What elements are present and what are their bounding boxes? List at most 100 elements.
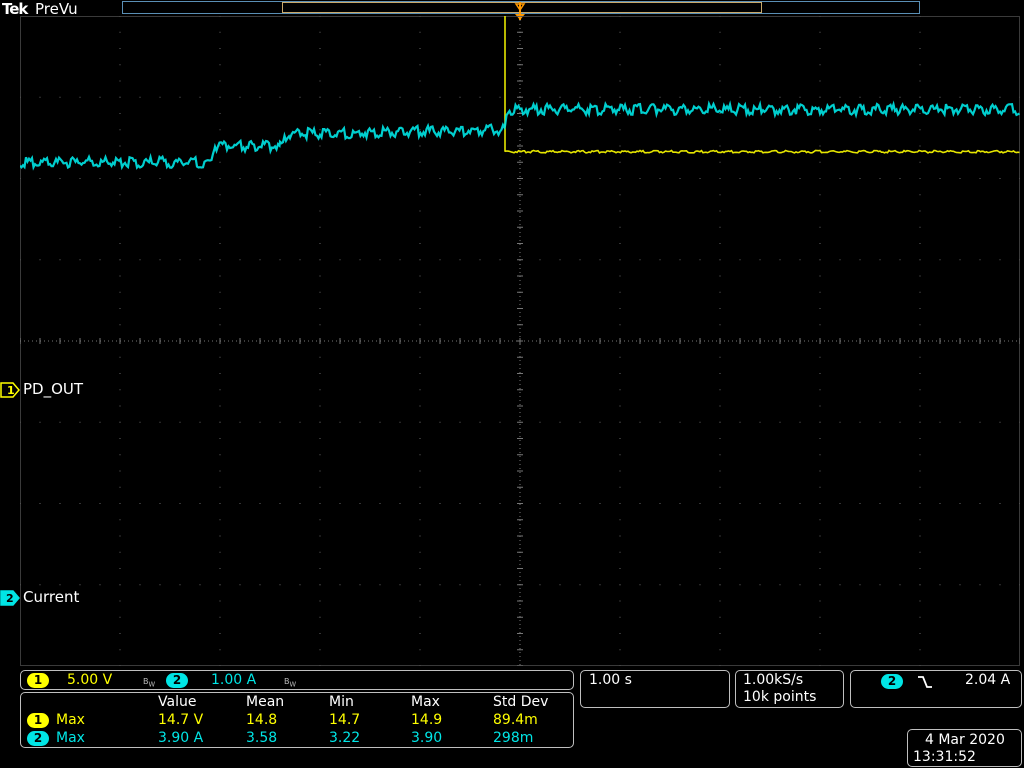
- graticule-dot: [819, 194, 821, 196]
- graticule-dot: [419, 243, 421, 244]
- graticule-dot: [419, 454, 421, 456]
- graticule-dot: [699, 584, 701, 586]
- graticule-dot: [819, 600, 821, 602]
- center-axis-dot: [896, 340, 897, 342]
- channel-2-scale[interactable]: 1.00 A: [211, 672, 256, 688]
- channel-2-marker[interactable]: 2: [0, 590, 20, 610]
- graticule-dot: [239, 421, 241, 423]
- graticule-dot: [179, 584, 181, 586]
- measurement-value: 14.7 V: [158, 712, 204, 728]
- center-axis-dot: [508, 340, 509, 342]
- graticule-dot: [459, 421, 461, 423]
- graticule-dot: [919, 259, 921, 261]
- center-axis-dot: [519, 236, 521, 237]
- center-axis-dot: [512, 340, 513, 342]
- graticule-dot: [219, 226, 221, 228]
- graticule-dot: [559, 584, 561, 586]
- graticule-dot: [20, 503, 21, 504]
- graticule-dot: [919, 291, 921, 293]
- channel-1-badge[interactable]: 1: [27, 673, 49, 688]
- center-axis-dot: [519, 140, 521, 141]
- measurement-mean: 14.8: [246, 712, 278, 728]
- graticule-dot: [99, 421, 101, 423]
- graticule-dot: [619, 616, 621, 618]
- graticule-dot: [839, 96, 841, 98]
- center-axis-dot: [519, 620, 521, 621]
- center-axis-dot: [519, 76, 521, 77]
- graticule-dot: [819, 454, 821, 456]
- center-axis-dot: [596, 340, 597, 342]
- graticule-dot: [439, 584, 441, 586]
- graticule-dot: [219, 145, 221, 147]
- channel-2-marker-icon: 2: [0, 590, 20, 606]
- center-axis-dot: [519, 244, 521, 245]
- center-axis-dot: [192, 340, 193, 342]
- center-axis-dot: [519, 328, 521, 329]
- graticule-dot: [619, 16, 621, 17]
- graticule-dot: [139, 584, 141, 586]
- graticule-dot: [919, 438, 921, 439]
- graticule-dot: [659, 178, 661, 179]
- graticule-dot: [219, 470, 221, 472]
- graticule-dot: [219, 405, 221, 407]
- graticule-dot: [379, 421, 381, 423]
- center-axis-dot: [116, 340, 117, 342]
- graticule-dot: [399, 584, 401, 586]
- graticule-dot: [179, 421, 181, 423]
- channel-1-number: 1: [7, 384, 15, 397]
- graticule-dot: [739, 503, 741, 504]
- measurement-row[interactable]: 1 Max 14.7 V 14.8 14.7 14.9 89.4m: [21, 712, 573, 728]
- graticule-dot: [679, 96, 681, 98]
- center-axis-dot: [804, 340, 805, 342]
- record-length: 10k points: [743, 689, 817, 705]
- graticule-dot: [319, 633, 321, 634]
- graticule-dot: [119, 389, 121, 391]
- graticule-dot: [439, 96, 441, 98]
- channel-2-badge[interactable]: 2: [166, 673, 188, 688]
- timebase-readout[interactable]: 1.00 s: [580, 670, 730, 708]
- measurement-row[interactable]: 2 Max 3.90 A 3.58 3.22 3.90 298m: [21, 730, 573, 746]
- graticule-dot: [239, 584, 241, 586]
- center-axis-dot: [408, 340, 409, 342]
- center-axis-dot: [519, 232, 521, 233]
- center-axis-dot: [496, 340, 497, 342]
- graticule-dot: [419, 649, 421, 651]
- graticule-dot: [299, 584, 301, 586]
- graticule-dot: [819, 356, 821, 358]
- measurement-table[interactable]: Value Mean Min Max Std Dev 1 Max 14.7 V …: [20, 692, 574, 748]
- timebase-value: 1.00 s: [589, 672, 632, 688]
- graticule-dot: [919, 243, 921, 244]
- waveform-display[interactable]: [20, 16, 1020, 666]
- graticule-dot: [359, 503, 361, 504]
- channel-scale-readout[interactable]: 1 5.00 V BW 2 1.00 A BW: [20, 670, 574, 690]
- graticule-dot: [819, 210, 821, 212]
- graticule-dot: [999, 584, 1001, 586]
- graticule-dot: [719, 96, 721, 98]
- trigger-source-badge: 2: [881, 674, 903, 689]
- graticule-dot: [719, 324, 721, 326]
- center-axis-dot: [372, 340, 373, 342]
- graticule-dot: [319, 405, 321, 407]
- graticule-dot: [619, 665, 621, 666]
- channel-1-scale[interactable]: 5.00 V: [67, 672, 112, 688]
- graticule-dot: [39, 421, 41, 423]
- center-axis-dot: [519, 644, 521, 645]
- graticule-dot: [719, 16, 721, 17]
- graticule-dot: [419, 113, 421, 114]
- graticule-dot: [199, 503, 201, 504]
- center-axis-dot: [519, 164, 521, 165]
- acquisition-readout[interactable]: 1.00kS/s 10k points: [735, 670, 844, 708]
- center-axis-dot: [856, 340, 857, 342]
- graticule-dot: [819, 421, 821, 423]
- center-axis-dot: [236, 340, 237, 342]
- graticule-dot: [619, 421, 621, 423]
- trigger-readout[interactable]: 2 2.04 A: [850, 670, 1022, 708]
- graticule-dot: [299, 96, 301, 98]
- channel-1-marker[interactable]: 1: [0, 382, 20, 402]
- graticule-dot: [659, 96, 661, 98]
- graticule-dot: [379, 178, 381, 179]
- center-axis-dot: [519, 168, 521, 169]
- center-axis-dot: [519, 20, 521, 21]
- center-axis-dot: [64, 340, 65, 342]
- graticule-dot: [419, 48, 421, 49]
